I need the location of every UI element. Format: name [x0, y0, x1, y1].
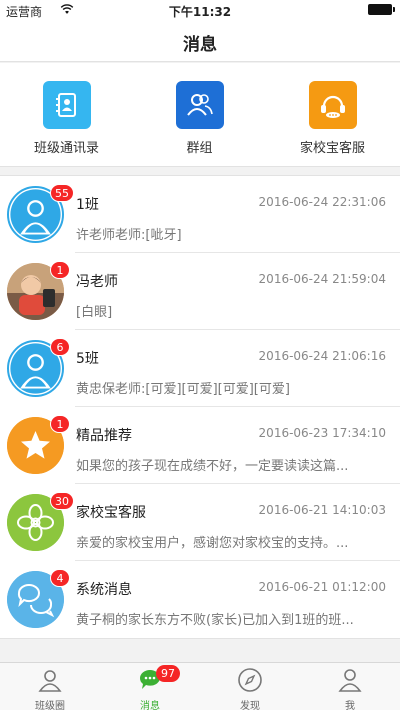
quick-action-support[interactable]: 家校宝客服 [266, 81, 399, 156]
quick-action-label: 班级通讯录 [33, 141, 99, 156]
message-row-teacher-feng[interactable]: 1 冯老师 2016-06-24 21:59:04 [白眼] [0, 253, 400, 330]
tab-messages[interactable]: 97 消息 [100, 663, 200, 710]
headset-icon [308, 81, 357, 129]
battery-icon [368, 4, 395, 15]
quick-action-class-contacts[interactable]: 班级通讯录 [0, 81, 133, 156]
unread-badge: 30 [50, 492, 74, 510]
message-time: 2016-06-23 17:34:10 [258, 426, 386, 440]
class-circle-icon [38, 670, 62, 692]
contacts-book-icon [42, 81, 91, 129]
navigation-bar: 消息 [0, 20, 400, 62]
status-bar: 运营商 下午11:32 [0, 0, 400, 20]
message-preview: 亲爱的家校宝用户，感谢您对家校宝的支持。... [76, 536, 349, 551]
message-row-class-5[interactable]: 6 5班 2016-06-24 21:06:16 黄忠保老师:[可爱][可爱][… [0, 330, 400, 407]
tab-bar: 班级圈 97 消息 发现 我 [0, 662, 400, 710]
tab-class-circle[interactable]: 班级圈 [0, 663, 100, 710]
unread-badge: 97 [156, 665, 180, 682]
tab-discover[interactable]: 发现 [200, 663, 300, 710]
group-users-icon [175, 81, 224, 129]
message-time: 2016-06-24 21:06:16 [258, 349, 386, 363]
profile-icon [338, 669, 362, 692]
quick-action-label: 群组 [186, 141, 213, 156]
conversation-name: 1班 [76, 197, 99, 213]
compass-icon [238, 668, 262, 692]
tab-label: 班级圈 [35, 701, 65, 710]
tab-me[interactable]: 我 [300, 663, 400, 710]
conversation-name: 精品推荐 [76, 428, 132, 444]
conversation-name: 家校宝客服 [76, 505, 146, 521]
quick-action-groups[interactable]: 群组 [133, 81, 266, 156]
conversation-name: 冯老师 [76, 274, 118, 290]
message-row-class-1[interactable]: 55 1班 2016-06-24 22:31:06 许老师老师:[呲牙] [0, 176, 400, 253]
message-preview: [白眼] [76, 305, 113, 320]
clock: 下午11:32 [168, 5, 232, 19]
message-preview: 许老师老师:[呲牙] [76, 228, 182, 243]
message-row-support[interactable]: 30 家校宝客服 2016-06-21 14:10:03 亲爱的家校宝用户，感谢… [0, 484, 400, 561]
message-preview: 黄忠保老师:[可爱][可爱][可爱][可爱] [76, 382, 290, 397]
unread-badge: 55 [50, 184, 74, 202]
unread-badge: 1 [50, 261, 70, 279]
tab-label: 消息 [140, 701, 160, 710]
page-title: 消息 [183, 35, 217, 55]
tab-label: 发现 [240, 701, 260, 710]
message-preview: 黄子桐的家长东方不败(家长)已加入到1班的班... [76, 613, 354, 628]
message-time: 2016-06-24 22:31:06 [258, 195, 386, 209]
message-row-recommended[interactable]: 1 精品推荐 2016-06-23 17:34:10 如果您的孩子现在成绩不好，… [0, 407, 400, 484]
message-time: 2016-06-21 14:10:03 [258, 503, 386, 517]
unread-badge: 1 [50, 415, 70, 433]
unread-badge: 6 [50, 338, 70, 356]
message-time: 2016-06-24 21:59:04 [258, 272, 386, 286]
unread-badge: 4 [50, 569, 70, 587]
conversation-name: 系统消息 [76, 582, 132, 598]
quick-actions: 班级通讯录 群组 家校宝客服 [0, 63, 400, 167]
conversation-name: 5班 [76, 351, 99, 367]
message-row-system[interactable]: 4 系统消息 2016-06-21 01:12:00 黄子桐的家长东方不败(家长… [0, 561, 400, 638]
tab-label: 我 [345, 701, 355, 710]
message-preview: 如果您的孩子现在成绩不好，一定要读读这篇... [76, 459, 349, 474]
message-time: 2016-06-21 01:12:00 [258, 580, 386, 594]
quick-action-label: 家校宝客服 [299, 141, 365, 156]
message-list: 55 1班 2016-06-24 22:31:06 许老师老师:[呲牙] 1 冯… [0, 175, 400, 639]
